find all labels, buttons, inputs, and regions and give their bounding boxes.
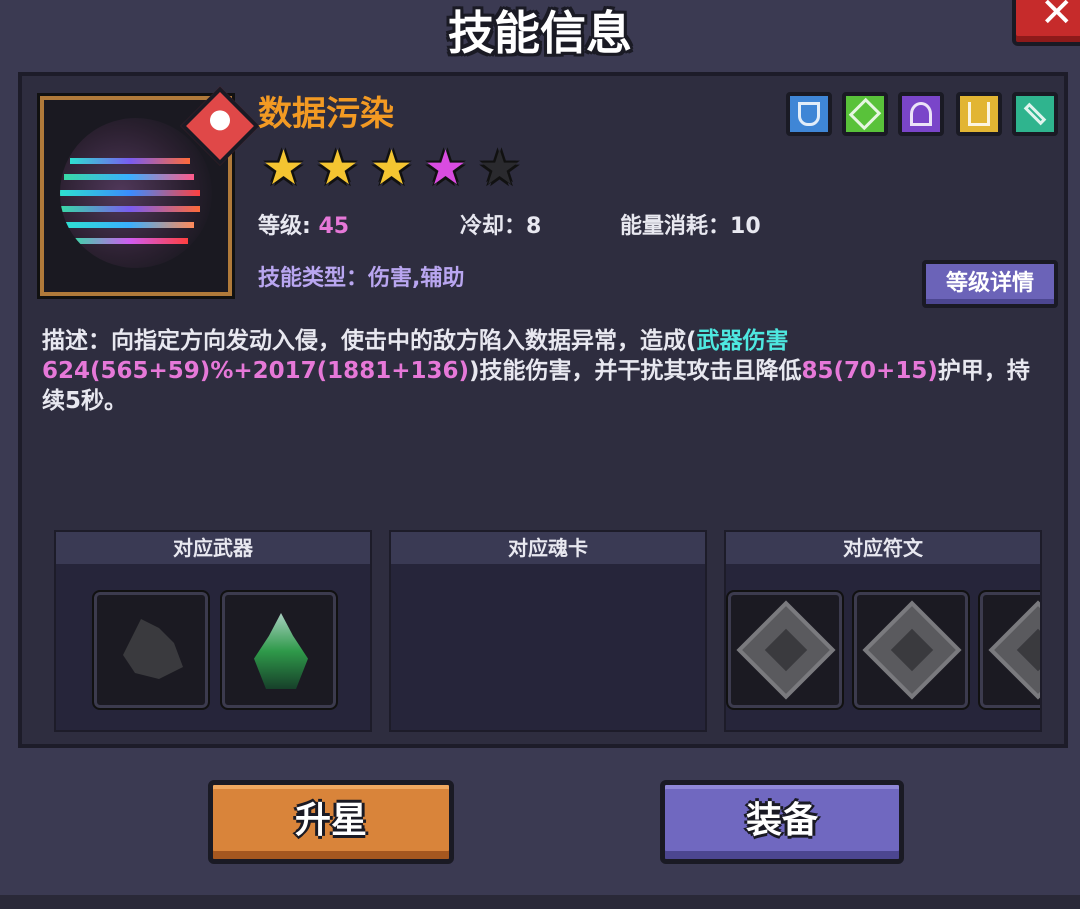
- energy-label: 能量消耗：: [620, 214, 731, 239]
- star-up-button[interactable]: 升星: [208, 780, 454, 864]
- energy-value: 10: [730, 214, 761, 239]
- rune-slot[interactable]: [852, 590, 970, 710]
- level-stat: 等级: 45: [258, 208, 349, 240]
- rune-slot[interactable]: [978, 590, 1040, 710]
- runes-section-title: 对应符文: [726, 532, 1040, 564]
- rune-icon: [988, 600, 1040, 700]
- cooldown-value: 8: [526, 214, 542, 239]
- level-detail-button[interactable]: 等级详情: [922, 260, 1058, 308]
- rune-slot[interactable]: [726, 590, 844, 710]
- star-icon: ★: [424, 140, 468, 196]
- cooldown-stat: 冷却：8: [460, 208, 541, 240]
- level-value: 45: [318, 214, 350, 239]
- dialog-title: 技能信息: [448, 6, 632, 60]
- skill-description: 描述：向指定方向发动入侵，使击中的敌方陷入数据异常，造成(武器伤害624(565…: [42, 328, 1030, 414]
- weapon-slot[interactable]: [220, 590, 338, 710]
- weapons-section-title: 对应武器: [56, 532, 370, 564]
- trident-icon[interactable]: [956, 92, 1002, 136]
- skill-name: 数据污染: [258, 94, 394, 134]
- shield-icon[interactable]: [786, 92, 832, 136]
- rune-icon: [862, 600, 962, 700]
- close-icon: ✕: [1040, 0, 1074, 36]
- rune-icon: [736, 600, 836, 700]
- skill-type: 技能类型：伤害,辅助: [258, 260, 464, 292]
- green-crystal-weapon-icon: [254, 613, 308, 689]
- sword-icon[interactable]: [842, 92, 888, 136]
- star-icon: ★: [316, 140, 360, 196]
- skill-type-label: 技能类型：: [258, 266, 369, 291]
- wizard-hat-icon[interactable]: [898, 92, 944, 136]
- empty-star-icon: ★: [478, 140, 522, 196]
- skill-type-value: 伤害,辅助: [368, 266, 465, 291]
- dark-cannon-weapon-icon: [123, 619, 183, 679]
- soulcards-section-title: 对应魂卡: [391, 532, 705, 564]
- star-icon: ★: [370, 140, 414, 196]
- weapon-slot[interactable]: [92, 590, 210, 710]
- star-icon: ★: [262, 140, 306, 196]
- cooldown-label: 冷却：: [460, 214, 527, 239]
- runes-section: 对应符文: [724, 530, 1042, 732]
- soulcards-section: 对应魂卡: [389, 530, 707, 732]
- equip-button[interactable]: 装备: [660, 780, 904, 864]
- level-label: 等级:: [258, 214, 311, 239]
- energy-stat: 能量消耗：10: [620, 208, 761, 240]
- weapons-section: 对应武器: [54, 530, 372, 732]
- data-pollution-skill-icon: [60, 118, 212, 268]
- blade-icon[interactable]: [1012, 92, 1058, 136]
- close-button[interactable]: ✕: [1012, 0, 1080, 46]
